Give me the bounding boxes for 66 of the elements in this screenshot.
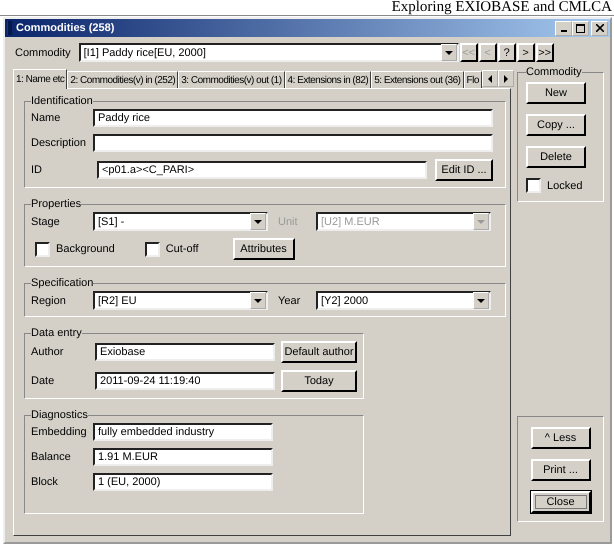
checkbox[interactable] bbox=[526, 178, 541, 193]
minimize-button[interactable] bbox=[555, 20, 572, 36]
group-title: Commodity bbox=[526, 66, 582, 78]
field-label: ID bbox=[31, 164, 43, 176]
author-field[interactable]: Exiobase bbox=[95, 343, 275, 361]
id-field[interactable]: <p01.a><C_PARI> bbox=[97, 161, 427, 179]
tab[interactable]: 1: Name etc bbox=[13, 69, 68, 89]
field-label: Embedding bbox=[31, 426, 88, 438]
diagnostic-field[interactable]: 1.91 M.EUR bbox=[93, 448, 273, 466]
nav-button[interactable]: > bbox=[516, 43, 535, 62]
page-header: Exploring EXIOBASE and CMLCA bbox=[392, 0, 612, 15]
nav-button[interactable]: ? bbox=[498, 43, 516, 62]
field-label: Block bbox=[31, 476, 59, 488]
field-label: Date bbox=[31, 375, 56, 387]
checkbox-label: Cut-off bbox=[166, 243, 199, 255]
tab[interactable]: 4: Extensions in (82) bbox=[284, 71, 372, 88]
action-button[interactable]: Close bbox=[530, 491, 590, 513]
maximize-button[interactable] bbox=[572, 20, 589, 36]
diagnostic-field[interactable]: fully embedded industry bbox=[93, 423, 273, 441]
edit-id-button[interactable]: Edit ID ... bbox=[435, 159, 493, 181]
region-select[interactable]: [R2] EU bbox=[93, 291, 268, 310]
field-label: Balance bbox=[31, 451, 72, 463]
field-label: Stage bbox=[31, 216, 61, 228]
action-button[interactable]: Print ... bbox=[530, 459, 590, 481]
field-label: Name bbox=[31, 112, 62, 124]
tab[interactable]: Flo bbox=[464, 71, 482, 88]
scroll-left-icon[interactable] bbox=[482, 70, 498, 86]
attributes-button[interactable]: Attributes bbox=[232, 238, 295, 260]
field-label: Year bbox=[278, 294, 302, 306]
field-label: Author bbox=[31, 346, 64, 358]
default-author-button[interactable]: Default author bbox=[281, 341, 357, 363]
group-title: Diagnostics bbox=[31, 409, 88, 421]
group-title: Identification bbox=[31, 95, 93, 107]
group-title: Specification bbox=[31, 277, 94, 289]
action-button[interactable]: New bbox=[526, 82, 586, 104]
field-label: Region bbox=[31, 294, 67, 306]
checkbox-label: Locked bbox=[547, 180, 582, 192]
year-select[interactable]: [Y2] 2000 bbox=[316, 291, 491, 310]
tab[interactable]: 3: Commodities(v) out (1) bbox=[178, 71, 285, 88]
stage-select[interactable]: [S1] - bbox=[93, 212, 268, 231]
checkbox-label: Background bbox=[56, 243, 115, 255]
group-title: Data entry bbox=[31, 327, 82, 339]
scroll-right-icon[interactable] bbox=[498, 70, 514, 86]
action-button[interactable]: Copy ... bbox=[526, 114, 586, 136]
close-button[interactable] bbox=[591, 20, 608, 36]
commodity-label: Commodity bbox=[15, 46, 71, 58]
date-field[interactable]: 2011-09-24 11:19:40 bbox=[95, 372, 275, 390]
diagnostic-field[interactable]: 1 (EU, 2000) bbox=[93, 473, 273, 491]
group-title: Properties bbox=[31, 198, 82, 210]
checkbox[interactable] bbox=[144, 242, 160, 256]
field-label: Unit bbox=[278, 216, 299, 228]
commodity-select[interactable]: [I1] Paddy rice[EU, 2000] bbox=[78, 43, 459, 62]
description-field[interactable] bbox=[93, 134, 493, 152]
maximize-icon bbox=[576, 24, 585, 32]
tab[interactable]: 2: Commodities(v) in (252) bbox=[67, 71, 178, 88]
close-icon bbox=[596, 24, 604, 32]
window-title: Commodities (258) bbox=[16, 22, 116, 34]
name-field[interactable]: Paddy rice bbox=[93, 109, 493, 127]
nav-button[interactable]: >> bbox=[536, 43, 554, 62]
action-button[interactable]: ^ Less bbox=[530, 427, 590, 449]
checkbox[interactable] bbox=[35, 242, 50, 256]
today-button[interactable]: Today bbox=[281, 370, 357, 392]
action-button[interactable]: Delete bbox=[526, 146, 586, 168]
field-label: Description bbox=[31, 137, 88, 149]
window-icon bbox=[7, 21, 12, 35]
tab[interactable]: 5: Extensions out (36) bbox=[371, 71, 464, 88]
